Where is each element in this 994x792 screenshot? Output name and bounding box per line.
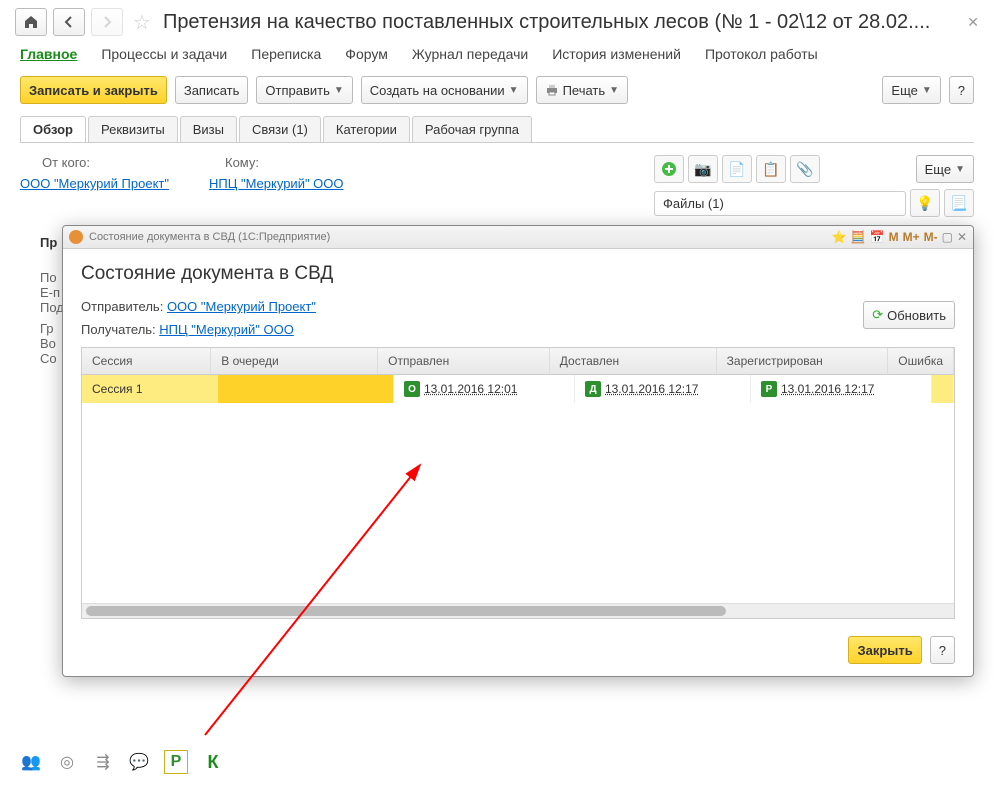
col-registered[interactable]: Зарегистрирован — [717, 348, 889, 374]
page-title: Претензия на качество поставленных строи… — [163, 11, 930, 34]
chevron-down-icon: ▼ — [922, 85, 932, 96]
chat-icon[interactable]: 💬 — [128, 751, 150, 773]
cell-queue — [218, 375, 394, 403]
nav-bar: Главное Процессы и задачи Переписка Фору… — [0, 42, 994, 70]
home-button[interactable] — [15, 8, 47, 36]
tab-workgroup[interactable]: Рабочая группа — [412, 116, 532, 142]
back-button[interactable] — [53, 8, 85, 36]
paste-icon[interactable]: 📎 — [790, 155, 820, 183]
modal-close-button[interactable]: Закрыть — [848, 636, 921, 664]
calendar-icon[interactable]: 📅 — [870, 230, 885, 244]
status-r-icon[interactable]: Р — [164, 750, 188, 774]
cell-sent: О13.01.2016 12:01 — [394, 375, 575, 403]
from-link[interactable]: ООО "Меркурий Проект" — [20, 176, 169, 191]
calc-icon[interactable]: 🧮 — [851, 230, 866, 244]
circle-icon[interactable]: ◎ — [56, 751, 78, 773]
chevron-down-icon: ▼ — [955, 164, 965, 175]
scan-icon[interactable]: 📷 — [688, 155, 718, 183]
tab-overview[interactable]: Обзор — [20, 116, 86, 142]
copy-icon[interactable]: 📋 — [756, 155, 786, 183]
status-grid: Сессия В очереди Отправлен Доставлен Зар… — [81, 347, 955, 619]
tab-props[interactable]: Реквизиты — [88, 116, 178, 142]
maximize-icon[interactable]: ▢ — [942, 230, 953, 244]
modal-title: Состояние документа в СВД — [81, 263, 955, 285]
refresh-button[interactable]: ⟳Обновить — [863, 301, 955, 329]
sender-label: Отправитель: — [81, 299, 163, 314]
col-queue[interactable]: В очереди — [211, 348, 378, 374]
lightbulb-icon[interactable]: 💡 — [910, 189, 940, 217]
tab-visas[interactable]: Визы — [180, 116, 237, 142]
more-button[interactable]: Еще▼ — [882, 76, 940, 104]
page-icon[interactable]: 📃 — [944, 189, 974, 217]
send-button[interactable]: Отправить▼ — [256, 76, 352, 104]
nav-processes[interactable]: Процессы и задачи — [101, 46, 227, 62]
sender-link[interactable]: ООО "Меркурий Проект" — [167, 299, 316, 314]
nav-transfer-log[interactable]: Журнал передачи — [412, 46, 528, 62]
help-button[interactable]: ? — [949, 76, 974, 104]
nav-main[interactable]: Главное — [20, 46, 77, 62]
more-files-button[interactable]: Еще▼ — [916, 155, 974, 183]
tab-categories[interactable]: Категории — [323, 116, 410, 142]
registered-badge-icon: Р — [761, 381, 777, 397]
users-icon[interactable]: 👥 — [20, 751, 42, 773]
col-error[interactable]: Ошибка — [888, 348, 954, 374]
modal-window-title: Состояние документа в СВД (1С:Предприяти… — [89, 231, 330, 243]
to-link[interactable]: НПЦ "Меркурий" ООО — [209, 176, 344, 191]
modal-close-icon[interactable]: ✕ — [957, 230, 967, 244]
cell-delivered: Д13.01.2016 12:17 — [575, 375, 751, 403]
table-row[interactable]: Сессия 1 О13.01.2016 12:01 Д13.01.2016 1… — [82, 375, 954, 403]
nav-forum[interactable]: Форум — [345, 46, 388, 62]
m-minus-icon[interactable]: M- — [924, 230, 938, 244]
save-close-button[interactable]: Записать и закрыть — [20, 76, 167, 104]
recipient-label: Получатель: — [81, 322, 156, 337]
print-button[interactable]: Печать▼ — [536, 76, 629, 104]
add-icon[interactable] — [654, 155, 684, 183]
nav-protocol[interactable]: Протокол работы — [705, 46, 818, 62]
cell-error — [932, 375, 954, 403]
chevron-down-icon: ▼ — [509, 85, 519, 96]
status-k-icon[interactable]: К — [202, 751, 224, 773]
save-button[interactable]: Записать — [175, 76, 249, 104]
col-delivered[interactable]: Доставлен — [550, 348, 717, 374]
favorite-star-icon[interactable]: ☆ — [133, 10, 151, 35]
horizontal-scrollbar[interactable] — [82, 603, 954, 618]
tab-links[interactable]: Связи (1) — [239, 116, 321, 142]
nav-correspondence[interactable]: Переписка — [251, 46, 321, 62]
files-section[interactable]: Файлы (1) — [654, 191, 906, 216]
cell-registered: Р13.01.2016 12:17 — [751, 375, 932, 403]
col-sent[interactable]: Отправлен — [378, 348, 550, 374]
from-label: От кого: — [20, 155, 90, 170]
col-session[interactable]: Сессия — [82, 348, 211, 374]
chevron-down-icon: ▼ — [334, 85, 344, 96]
create-basis-button[interactable]: Создать на основании▼ — [361, 76, 528, 104]
status-bar: 👥 ◎ ⇶ 💬 Р К — [20, 750, 224, 774]
app-icon — [69, 230, 83, 244]
delivered-badge-icon: Д — [585, 381, 601, 397]
forward-button[interactable] — [91, 8, 123, 36]
doc-icon[interactable]: 📄 — [722, 155, 752, 183]
nav-history[interactable]: История изменений — [552, 46, 681, 62]
modal-help-button[interactable]: ? — [930, 636, 955, 664]
sent-badge-icon: О — [404, 381, 420, 397]
cell-session: Сессия 1 — [82, 375, 218, 403]
recipient-link[interactable]: НПЦ "Меркурий" ООО — [159, 322, 294, 337]
to-label: Кому: — [209, 155, 259, 170]
close-icon[interactable]: ✕ — [967, 14, 979, 31]
m-icon[interactable]: M — [889, 230, 899, 244]
chevron-down-icon: ▼ — [609, 85, 619, 96]
fav-icon[interactable]: ⭐ — [832, 230, 847, 244]
tree-icon[interactable]: ⇶ — [92, 751, 114, 773]
svd-status-modal: Состояние документа в СВД (1С:Предприяти… — [62, 225, 974, 677]
m-plus-icon[interactable]: M+ — [903, 230, 920, 244]
